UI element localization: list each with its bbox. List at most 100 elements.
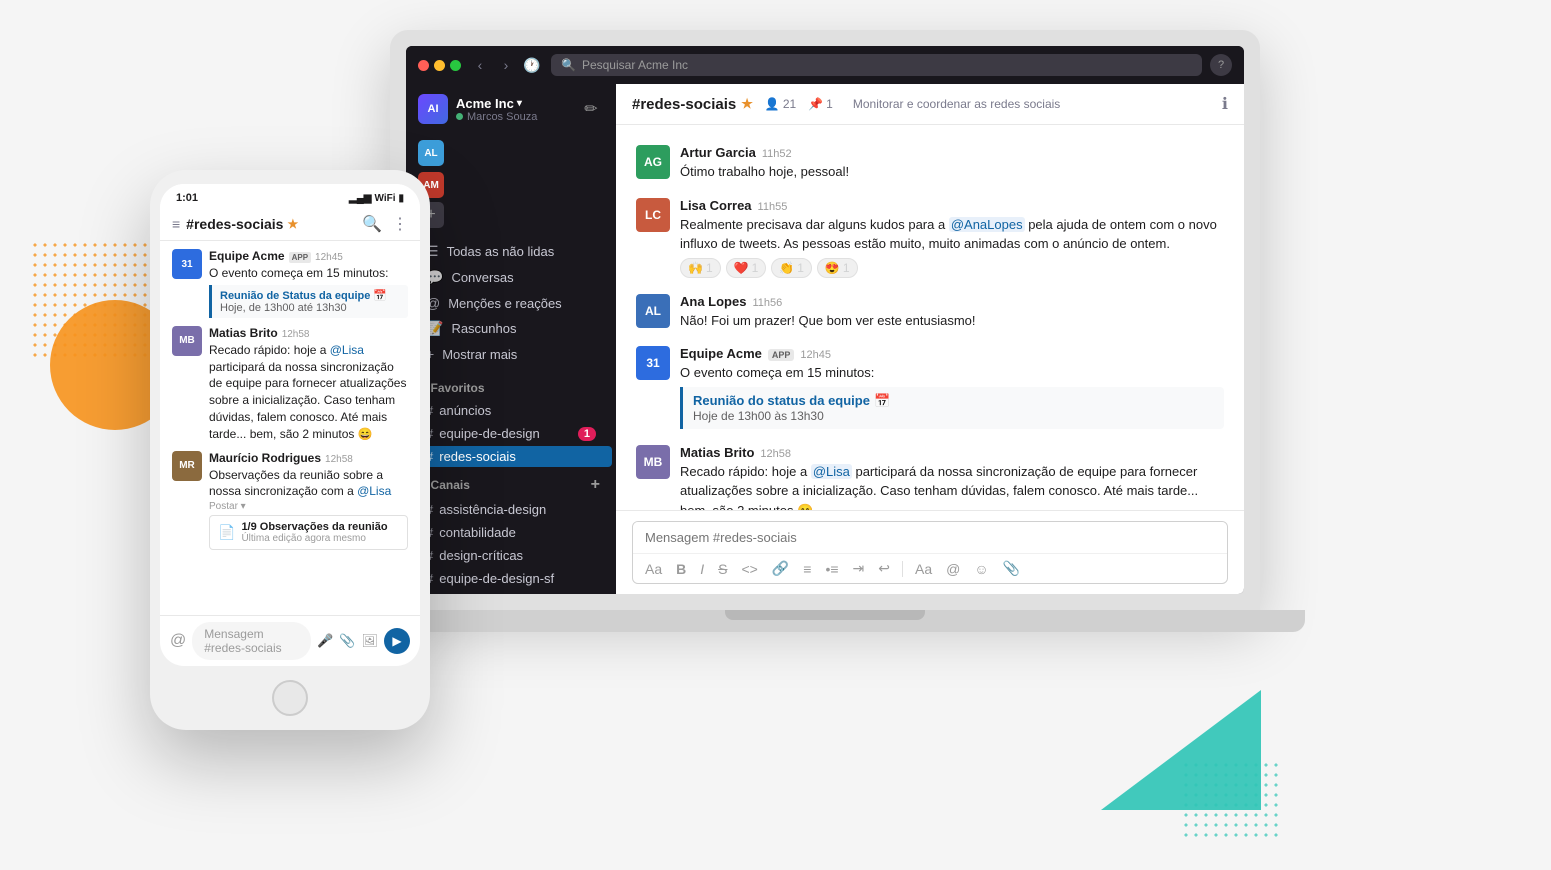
msg-text-ana: Não! Foi um prazer! Que bom ver este ent…	[680, 311, 1224, 331]
nav-item-unread[interactable]: ☰ Todas as não lidas	[410, 239, 612, 264]
code-button[interactable]: <>	[737, 559, 761, 579]
channel-description: Monitorar e coordenar as redes sociais	[853, 97, 1060, 111]
phone-send-button[interactable]: ▶	[384, 628, 410, 654]
link-button[interactable]: 🔗	[768, 558, 793, 579]
channel-label-equipe-design: equipe-de-design	[439, 426, 539, 441]
emoji2-button[interactable]: ☺	[970, 559, 992, 579]
sidebar: AI Acme Inc ▾ Marcos Souza	[406, 84, 616, 594]
channel-item-equipe-design[interactable]: # equipe-de-design 1	[410, 423, 612, 444]
format-text-icon[interactable]: Aa	[641, 559, 666, 579]
phone-header-icons: 🔍 ⋮	[362, 214, 408, 234]
channel-item-assistencia[interactable]: # assistência-design	[410, 499, 612, 520]
user-avatar-al[interactable]: AL	[414, 138, 608, 168]
channel-star-icon[interactable]: ★	[741, 96, 753, 112]
traffic-lights	[418, 60, 461, 71]
phone-home-button[interactable]	[272, 680, 308, 716]
phone-input-field[interactable]: Mensagem #redes-sociais	[192, 622, 311, 660]
reaction-heart[interactable]: ❤️ 1	[726, 258, 767, 278]
indent-button[interactable]: ⇥	[849, 558, 869, 579]
channel-item-redes-sociais[interactable]: # redes-sociais	[410, 446, 612, 467]
laptop-base	[345, 610, 1305, 632]
tl-green[interactable]	[450, 60, 461, 71]
favorites-section-header[interactable]: ▾ Favoritos	[406, 373, 616, 399]
msg-content-equipe: Equipe Acme APP 12h45 O evento começa em…	[680, 346, 1224, 429]
help-button[interactable]: ?	[1210, 54, 1232, 76]
reaction-eyes[interactable]: 😍 1	[817, 258, 858, 278]
avatar-al: AL	[418, 140, 444, 166]
channel-info-button[interactable]: ℹ	[1222, 94, 1228, 114]
pins-count: 1	[826, 97, 833, 111]
phone-input-bar: @ Mensagem #redes-sociais 🎤 📎 🖼 ▶	[160, 615, 420, 666]
channel-item-equipe-sf[interactable]: # equipe-de-design-sf	[410, 568, 612, 589]
phone-image-icon[interactable]: 🖼	[361, 633, 378, 649]
bold-button[interactable]: B	[672, 559, 690, 579]
back-button[interactable]: ‹	[469, 54, 491, 76]
reaction-clap[interactable]: 👏 1	[771, 258, 812, 278]
history-button[interactable]: 🕐	[521, 54, 543, 76]
channel-item-contabilidade[interactable]: # contabilidade	[410, 522, 612, 543]
hamburger-icon[interactable]: ≡	[172, 216, 180, 232]
phone-search-icon[interactable]: 🔍	[362, 214, 382, 234]
members-count: 21	[783, 97, 796, 111]
italic-button[interactable]: I	[696, 559, 708, 579]
phone-status-bar: 1:01 ▂▄▆ WiFi ▮	[160, 184, 420, 208]
phone-msg-content-3: Maurício Rodrigues 12h58 Observações da …	[209, 451, 408, 551]
msg-text-equipe: O evento começa em 15 minutos:	[680, 363, 1224, 383]
nav-item-mentions[interactable]: @ Menções e reações	[410, 291, 612, 315]
tl-yellow[interactable]	[434, 60, 445, 71]
meta-pins[interactable]: 📌 1	[808, 97, 833, 111]
list-unordered-button[interactable]: •≡	[821, 559, 842, 579]
nav-item-more[interactable]: + Mostrar mais	[410, 342, 612, 366]
favorites-label: Favoritos	[431, 381, 485, 395]
phone-msg-text-1: O evento começa em 15 minutos:	[209, 265, 408, 282]
channel-label-equipe-sf: equipe-de-design-sf	[439, 571, 554, 586]
msg-content-ana: Ana Lopes 11h56 Não! Foi um prazer! Que …	[680, 294, 1224, 331]
nav-item-convs[interactable]: 💬 Conversas	[410, 265, 612, 290]
msg-text-matias: Recado rápido: hoje a @Lisa participará …	[680, 462, 1224, 511]
reaction-hands[interactable]: 🙌 1	[680, 258, 721, 278]
list-ordered-button[interactable]: ≡	[799, 559, 815, 579]
nav-section: ☰ Todas as não lidas 💬 Conversas @ Mençõ…	[406, 232, 616, 373]
message-input-field[interactable]	[633, 522, 1227, 553]
channel-label-contabilidade: contabilidade	[439, 525, 516, 540]
search-bar[interactable]: 🔍 Pesquisar Acme Inc	[551, 54, 1202, 76]
slack-app: ‹ › 🕐 🔍 Pesquisar Acme Inc ?	[406, 46, 1244, 594]
channel-item-design-criticas[interactable]: # design-críticas	[410, 545, 612, 566]
compose-button[interactable]: ✏	[578, 96, 604, 122]
phone-file-meta: Última edição agora mesmo	[241, 533, 387, 544]
phone-message-2: MB Matias Brito 12h58 Recado rápido: hoj…	[172, 326, 408, 443]
laptop-container: ‹ › 🕐 🔍 Pesquisar Acme Inc ?	[390, 30, 1260, 650]
phone-at-icon[interactable]: @	[170, 632, 186, 650]
attach-button[interactable]: 📎	[999, 558, 1024, 579]
phone-mic-icon[interactable]: 🎤	[317, 633, 333, 649]
forward-button[interactable]: ›	[495, 54, 517, 76]
add-channel-button[interactable]: +	[591, 476, 600, 494]
text-format-button[interactable]: Aa	[911, 559, 936, 579]
avatar-artur: AG	[636, 145, 670, 179]
battery-icon: ▮	[398, 193, 404, 204]
channel-title: #redes-sociais ★	[632, 96, 753, 113]
phone-more-icon[interactable]: ⋮	[392, 214, 408, 234]
workspace-header[interactable]: AI Acme Inc ▾ Marcos Souza	[406, 84, 616, 134]
msg-header-matias: Matias Brito 12h58	[680, 445, 1224, 460]
channel-meta: 👤 21 📌 1 Monitorar e coordenar as redes …	[765, 97, 1060, 111]
channel-item-anuncios[interactable]: # anúncios	[410, 400, 612, 421]
phone-meeting-time: Hoje, de 13h00 até 13h30	[220, 302, 400, 314]
msg-name-lisa: Lisa Correa	[680, 198, 752, 213]
nav-label-more: Mostrar mais	[442, 347, 517, 362]
phone-msg-header-1: Equipe Acme APP 12h45	[209, 249, 408, 263]
emoji-button[interactable]: @	[942, 559, 964, 579]
channel-item-midia[interactable]: # mídia-e-rp	[410, 591, 612, 594]
user-avatar-am[interactable]: AM	[414, 170, 608, 200]
channel-label-assistencia: assistência-design	[439, 502, 546, 517]
phone-file-info: 1/9 Observações da reunião Última edição…	[241, 521, 387, 544]
phone-clip-icon[interactable]: 📎	[339, 633, 355, 649]
tl-red[interactable]	[418, 60, 429, 71]
nav-item-drafts[interactable]: 📝 Rascunhos	[410, 316, 612, 341]
meta-members[interactable]: 👤 21	[765, 97, 796, 111]
strikethrough-button[interactable]: S	[714, 559, 731, 579]
undo-button[interactable]: ↩	[874, 558, 894, 579]
channels-section-header[interactable]: ▾ Canais +	[406, 468, 616, 498]
main-layout: AI Acme Inc ▾ Marcos Souza	[406, 84, 1244, 594]
phone-msg-name-2: Matias Brito	[209, 326, 278, 340]
